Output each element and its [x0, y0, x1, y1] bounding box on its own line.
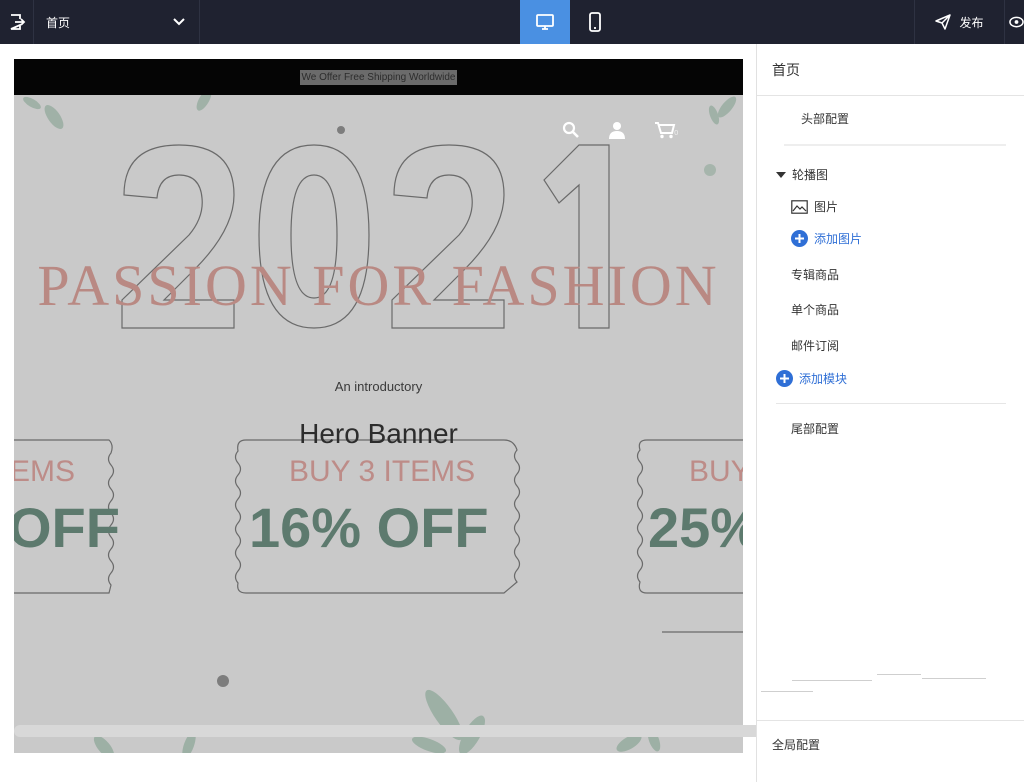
- store-header-icons: 0: [562, 121, 678, 139]
- hero-banner-label: Hero Banner: [299, 418, 458, 449]
- footer-config-item[interactable]: 尾部配置: [791, 420, 839, 437]
- dot-decoration: [217, 675, 229, 687]
- divider: [776, 403, 1006, 404]
- hero-intro-text: An introductory: [334, 379, 423, 394]
- global-config-item[interactable]: 全局配置: [772, 736, 820, 753]
- cart-button[interactable]: 0: [654, 121, 678, 139]
- exit-editor-button[interactable]: [0, 0, 34, 44]
- announcement-bar[interactable]: We Offer Free Shipping Worldwide: [14, 59, 743, 95]
- single-product-label: 单个商品: [791, 303, 840, 317]
- coupon-right-line1: BUY: [689, 455, 743, 488]
- editor-canvas: We Offer Free Shipping Worldwide 0 PASSI…: [0, 44, 756, 782]
- leaf-decoration-bottom: [93, 689, 661, 753]
- config-panel: 首页 头部配置 轮播图 图片 添加图片 专辑商品 单个商品 邮件订阅 添加模块 …: [756, 44, 1024, 782]
- plus-circle-icon: [776, 370, 793, 387]
- chevron-down-icon: [173, 18, 185, 26]
- dot-decoration: [337, 126, 345, 134]
- caret-down-icon: [776, 171, 786, 178]
- divider: [757, 95, 1024, 96]
- desktop-view-button[interactable]: [520, 0, 570, 44]
- carousel-section-toggle[interactable]: 轮播图: [776, 166, 828, 183]
- account-icon[interactable]: [608, 121, 626, 139]
- add-image-button[interactable]: 添加图片: [791, 230, 862, 247]
- featured-products-label: 专辑商品: [791, 268, 840, 282]
- dot-decoration: [704, 164, 716, 176]
- header-config-item[interactable]: 头部配置: [801, 110, 849, 127]
- cart-icon: [655, 122, 676, 139]
- coupon-center-line1: BUY 3 ITEMS: [289, 455, 476, 488]
- carousel-image-item[interactable]: 图片: [791, 198, 838, 215]
- add-image-label: 添加图片: [814, 232, 863, 246]
- divider: [877, 674, 921, 675]
- eye-icon: [1009, 16, 1024, 28]
- desktop-icon: [536, 14, 554, 30]
- publish-button[interactable]: 发布: [914, 0, 1004, 44]
- carousel-label: 轮播图: [792, 168, 829, 182]
- coupon-right-line2: 25%: [648, 496, 743, 559]
- featured-products-item[interactable]: 专辑商品: [791, 266, 839, 283]
- image-icon: [791, 199, 808, 214]
- divider: [784, 144, 1006, 146]
- leaf-decoration-top-left: [23, 95, 212, 129]
- coupon-left-line2: OFF: [14, 496, 120, 559]
- leaf-decoration-top-right: [708, 96, 737, 125]
- email-subscribe-label: 邮件订阅: [791, 339, 840, 353]
- exit-icon: [10, 14, 25, 30]
- hero-title: PASSION FOR FASHION: [37, 253, 720, 318]
- global-config-label: 全局配置: [772, 738, 821, 752]
- page-selector-label: 首页: [46, 15, 71, 30]
- divider: [757, 720, 1024, 721]
- divider: [792, 680, 872, 681]
- announcement-text: We Offer Free Shipping Worldwide: [299, 69, 458, 85]
- plus-circle-icon: [791, 230, 808, 247]
- search-icon[interactable]: [562, 121, 580, 139]
- top-toolbar: 首页 发布: [0, 0, 1024, 44]
- publish-label: 发布: [959, 15, 984, 30]
- mobile-view-button[interactable]: [570, 0, 620, 44]
- add-module-button[interactable]: 添加模块: [776, 370, 847, 387]
- single-product-item[interactable]: 单个商品: [791, 301, 839, 318]
- cart-count: 0: [674, 129, 679, 137]
- add-module-label: 添加模块: [799, 372, 848, 386]
- image-label: 图片: [814, 200, 839, 214]
- panel-title: 首页: [772, 63, 800, 79]
- mobile-icon: [589, 12, 601, 32]
- page-selector[interactable]: 首页: [34, 0, 200, 44]
- footer-config-label: 尾部配置: [791, 422, 840, 436]
- coupon-left-line1: EMS: [14, 455, 76, 488]
- send-icon: [935, 14, 952, 30]
- preview-button[interactable]: [1004, 0, 1024, 44]
- divider: [922, 678, 986, 679]
- divider: [761, 691, 813, 692]
- email-subscribe-item[interactable]: 邮件订阅: [791, 337, 839, 354]
- coupon-center-line2: 16% OFF: [249, 496, 489, 559]
- store-preview[interactable]: We Offer Free Shipping Worldwide 0 PASSI…: [14, 59, 743, 753]
- header-config-label: 头部配置: [801, 112, 850, 126]
